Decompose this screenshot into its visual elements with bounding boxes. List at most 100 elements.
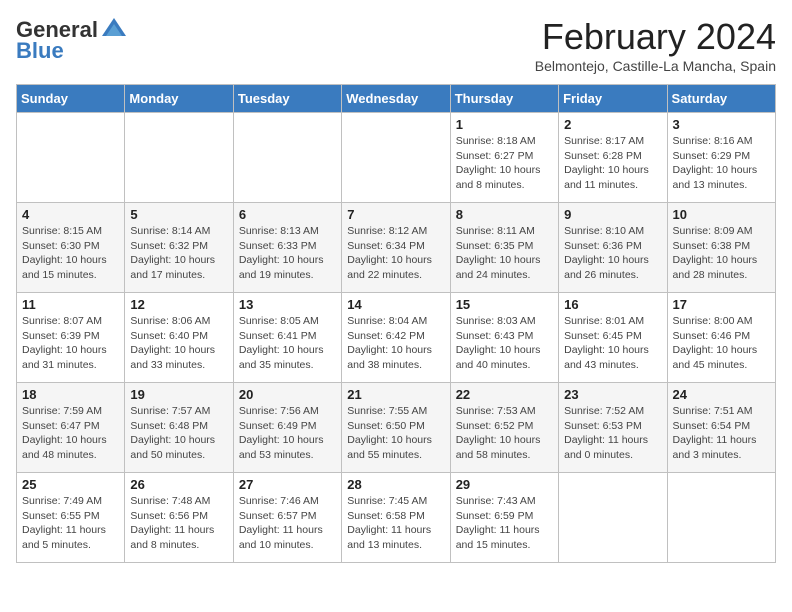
day-number: 19 — [130, 387, 227, 402]
day-number: 6 — [239, 207, 336, 222]
day-number: 20 — [239, 387, 336, 402]
calendar-cell: 13 Sunrise: 8:05 AMSunset: 6:41 PMDayligh… — [233, 293, 341, 383]
day-info: Sunrise: 8:05 AMSunset: 6:41 PMDaylight:… — [239, 314, 336, 373]
calendar-cell: 21 Sunrise: 7:55 AMSunset: 6:50 PMDayligh… — [342, 383, 450, 473]
day-number: 8 — [456, 207, 553, 222]
logo-icon — [100, 16, 128, 44]
day-info: Sunrise: 7:57 AMSunset: 6:48 PMDaylight:… — [130, 404, 227, 463]
calendar-cell: 24 Sunrise: 7:51 AMSunset: 6:54 PMDayligh… — [667, 383, 775, 473]
title-area: February 2024 Belmontejo, Castille-La Ma… — [535, 16, 776, 74]
calendar-cell: 17 Sunrise: 8:00 AMSunset: 6:46 PMDayligh… — [667, 293, 775, 383]
calendar-cell: 1 Sunrise: 8:18 AMSunset: 6:27 PMDaylight… — [450, 113, 558, 203]
day-info: Sunrise: 7:45 AMSunset: 6:58 PMDaylight:… — [347, 494, 444, 553]
header: General Blue February 2024 Belmontejo, C… — [16, 16, 776, 74]
day-info: Sunrise: 8:16 AMSunset: 6:29 PMDaylight:… — [673, 134, 770, 193]
calendar-cell — [559, 473, 667, 563]
day-info: Sunrise: 7:49 AMSunset: 6:55 PMDaylight:… — [22, 494, 119, 553]
calendar-cell — [233, 113, 341, 203]
calendar-cell: 2 Sunrise: 8:17 AMSunset: 6:28 PMDaylight… — [559, 113, 667, 203]
calendar-cell: 27 Sunrise: 7:46 AMSunset: 6:57 PMDayligh… — [233, 473, 341, 563]
day-info: Sunrise: 8:07 AMSunset: 6:39 PMDaylight:… — [22, 314, 119, 373]
day-of-week-header: Sunday — [17, 85, 125, 113]
day-of-week-header: Saturday — [667, 85, 775, 113]
day-number: 22 — [456, 387, 553, 402]
logo: General Blue — [16, 16, 128, 64]
day-number: 12 — [130, 297, 227, 312]
day-number: 23 — [564, 387, 661, 402]
day-number: 10 — [673, 207, 770, 222]
day-number: 27 — [239, 477, 336, 492]
day-of-week-header: Tuesday — [233, 85, 341, 113]
calendar-cell: 23 Sunrise: 7:52 AMSunset: 6:53 PMDayligh… — [559, 383, 667, 473]
day-number: 29 — [456, 477, 553, 492]
calendar-cell: 26 Sunrise: 7:48 AMSunset: 6:56 PMDayligh… — [125, 473, 233, 563]
day-number: 24 — [673, 387, 770, 402]
month-title: February 2024 — [535, 16, 776, 58]
calendar-cell: 25 Sunrise: 7:49 AMSunset: 6:55 PMDayligh… — [17, 473, 125, 563]
day-of-week-header: Wednesday — [342, 85, 450, 113]
calendar-cell: 12Sunrise: 8:06 AMSunset: 6:40 PMDayligh… — [125, 293, 233, 383]
day-info: Sunrise: 8:10 AMSunset: 6:36 PMDaylight:… — [564, 224, 661, 283]
day-info: Sunrise: 7:48 AMSunset: 6:56 PMDaylight:… — [130, 494, 227, 553]
day-info: Sunrise: 8:18 AMSunset: 6:27 PMDaylight:… — [456, 134, 553, 193]
day-info: Sunrise: 8:17 AMSunset: 6:28 PMDaylight:… — [564, 134, 661, 193]
calendar-cell: 10 Sunrise: 8:09 AMSunset: 6:38 PMDayligh… — [667, 203, 775, 293]
day-info: Sunrise: 8:04 AMSunset: 6:42 PMDaylight:… — [347, 314, 444, 373]
day-info: Sunrise: 7:53 AMSunset: 6:52 PMDaylight:… — [456, 404, 553, 463]
day-info: Sunrise: 7:43 AMSunset: 6:59 PMDaylight:… — [456, 494, 553, 553]
day-info: Sunrise: 8:01 AMSunset: 6:45 PMDaylight:… — [564, 314, 661, 373]
day-number: 28 — [347, 477, 444, 492]
day-info: Sunrise: 7:51 AMSunset: 6:54 PMDaylight:… — [673, 404, 770, 463]
day-info: Sunrise: 7:46 AMSunset: 6:57 PMDaylight:… — [239, 494, 336, 553]
day-info: Sunrise: 8:11 AMSunset: 6:35 PMDaylight:… — [456, 224, 553, 283]
calendar-cell: 9 Sunrise: 8:10 AMSunset: 6:36 PMDaylight… — [559, 203, 667, 293]
day-number: 1 — [456, 117, 553, 132]
day-number: 18 — [22, 387, 119, 402]
day-info: Sunrise: 8:14 AMSunset: 6:32 PMDaylight:… — [130, 224, 227, 283]
calendar-cell: 28 Sunrise: 7:45 AMSunset: 6:58 PMDayligh… — [342, 473, 450, 563]
subtitle: Belmontejo, Castille-La Mancha, Spain — [535, 58, 776, 74]
day-number: 17 — [673, 297, 770, 312]
calendar-cell — [342, 113, 450, 203]
day-number: 16 — [564, 297, 661, 312]
day-number: 3 — [673, 117, 770, 132]
calendar-cell: 3 Sunrise: 8:16 AMSunset: 6:29 PMDaylight… — [667, 113, 775, 203]
calendar-cell: 7Sunrise: 8:12 AMSunset: 6:34 PMDaylight… — [342, 203, 450, 293]
day-info: Sunrise: 8:09 AMSunset: 6:38 PMDaylight:… — [673, 224, 770, 283]
calendar-cell — [125, 113, 233, 203]
calendar-cell — [17, 113, 125, 203]
calendar-cell: 4 Sunrise: 8:15 AMSunset: 6:30 PMDaylight… — [17, 203, 125, 293]
day-info: Sunrise: 8:00 AMSunset: 6:46 PMDaylight:… — [673, 314, 770, 373]
day-number: 25 — [22, 477, 119, 492]
calendar-cell: 14Sunrise: 8:04 AMSunset: 6:42 PMDayligh… — [342, 293, 450, 383]
day-info: Sunrise: 7:52 AMSunset: 6:53 PMDaylight:… — [564, 404, 661, 463]
day-number: 21 — [347, 387, 444, 402]
calendar-cell: 16 Sunrise: 8:01 AMSunset: 6:45 PMDayligh… — [559, 293, 667, 383]
day-info: Sunrise: 7:56 AMSunset: 6:49 PMDaylight:… — [239, 404, 336, 463]
day-number: 2 — [564, 117, 661, 132]
day-of-week-header: Thursday — [450, 85, 558, 113]
calendar-table: SundayMondayTuesdayWednesdayThursdayFrid… — [16, 84, 776, 563]
day-info: Sunrise: 8:15 AMSunset: 6:30 PMDaylight:… — [22, 224, 119, 283]
calendar-cell — [667, 473, 775, 563]
calendar-cell: 22 Sunrise: 7:53 AMSunset: 6:52 PMDayligh… — [450, 383, 558, 473]
day-number: 4 — [22, 207, 119, 222]
day-number: 9 — [564, 207, 661, 222]
day-number: 15 — [456, 297, 553, 312]
day-info: Sunrise: 7:59 AMSunset: 6:47 PMDaylight:… — [22, 404, 119, 463]
calendar-cell: 18 Sunrise: 7:59 AMSunset: 6:47 PMDayligh… — [17, 383, 125, 473]
calendar-cell: 20 Sunrise: 7:56 AMSunset: 6:49 PMDayligh… — [233, 383, 341, 473]
day-number: 11 — [22, 297, 119, 312]
day-info: Sunrise: 8:03 AMSunset: 6:43 PMDaylight:… — [456, 314, 553, 373]
calendar-cell: 15 Sunrise: 8:03 AMSunset: 6:43 PMDayligh… — [450, 293, 558, 383]
calendar-cell: 11 Sunrise: 8:07 AMSunset: 6:39 PMDayligh… — [17, 293, 125, 383]
day-of-week-header: Monday — [125, 85, 233, 113]
day-number: 13 — [239, 297, 336, 312]
day-info: Sunrise: 7:55 AMSunset: 6:50 PMDaylight:… — [347, 404, 444, 463]
day-number: 26 — [130, 477, 227, 492]
calendar-cell: 19 Sunrise: 7:57 AMSunset: 6:48 PMDayligh… — [125, 383, 233, 473]
day-number: 5 — [130, 207, 227, 222]
calendar-cell: 8 Sunrise: 8:11 AMSunset: 6:35 PMDaylight… — [450, 203, 558, 293]
calendar-cell: 29 Sunrise: 7:43 AMSunset: 6:59 PMDayligh… — [450, 473, 558, 563]
calendar-cell: 6Sunrise: 8:13 AMSunset: 6:33 PMDaylight… — [233, 203, 341, 293]
